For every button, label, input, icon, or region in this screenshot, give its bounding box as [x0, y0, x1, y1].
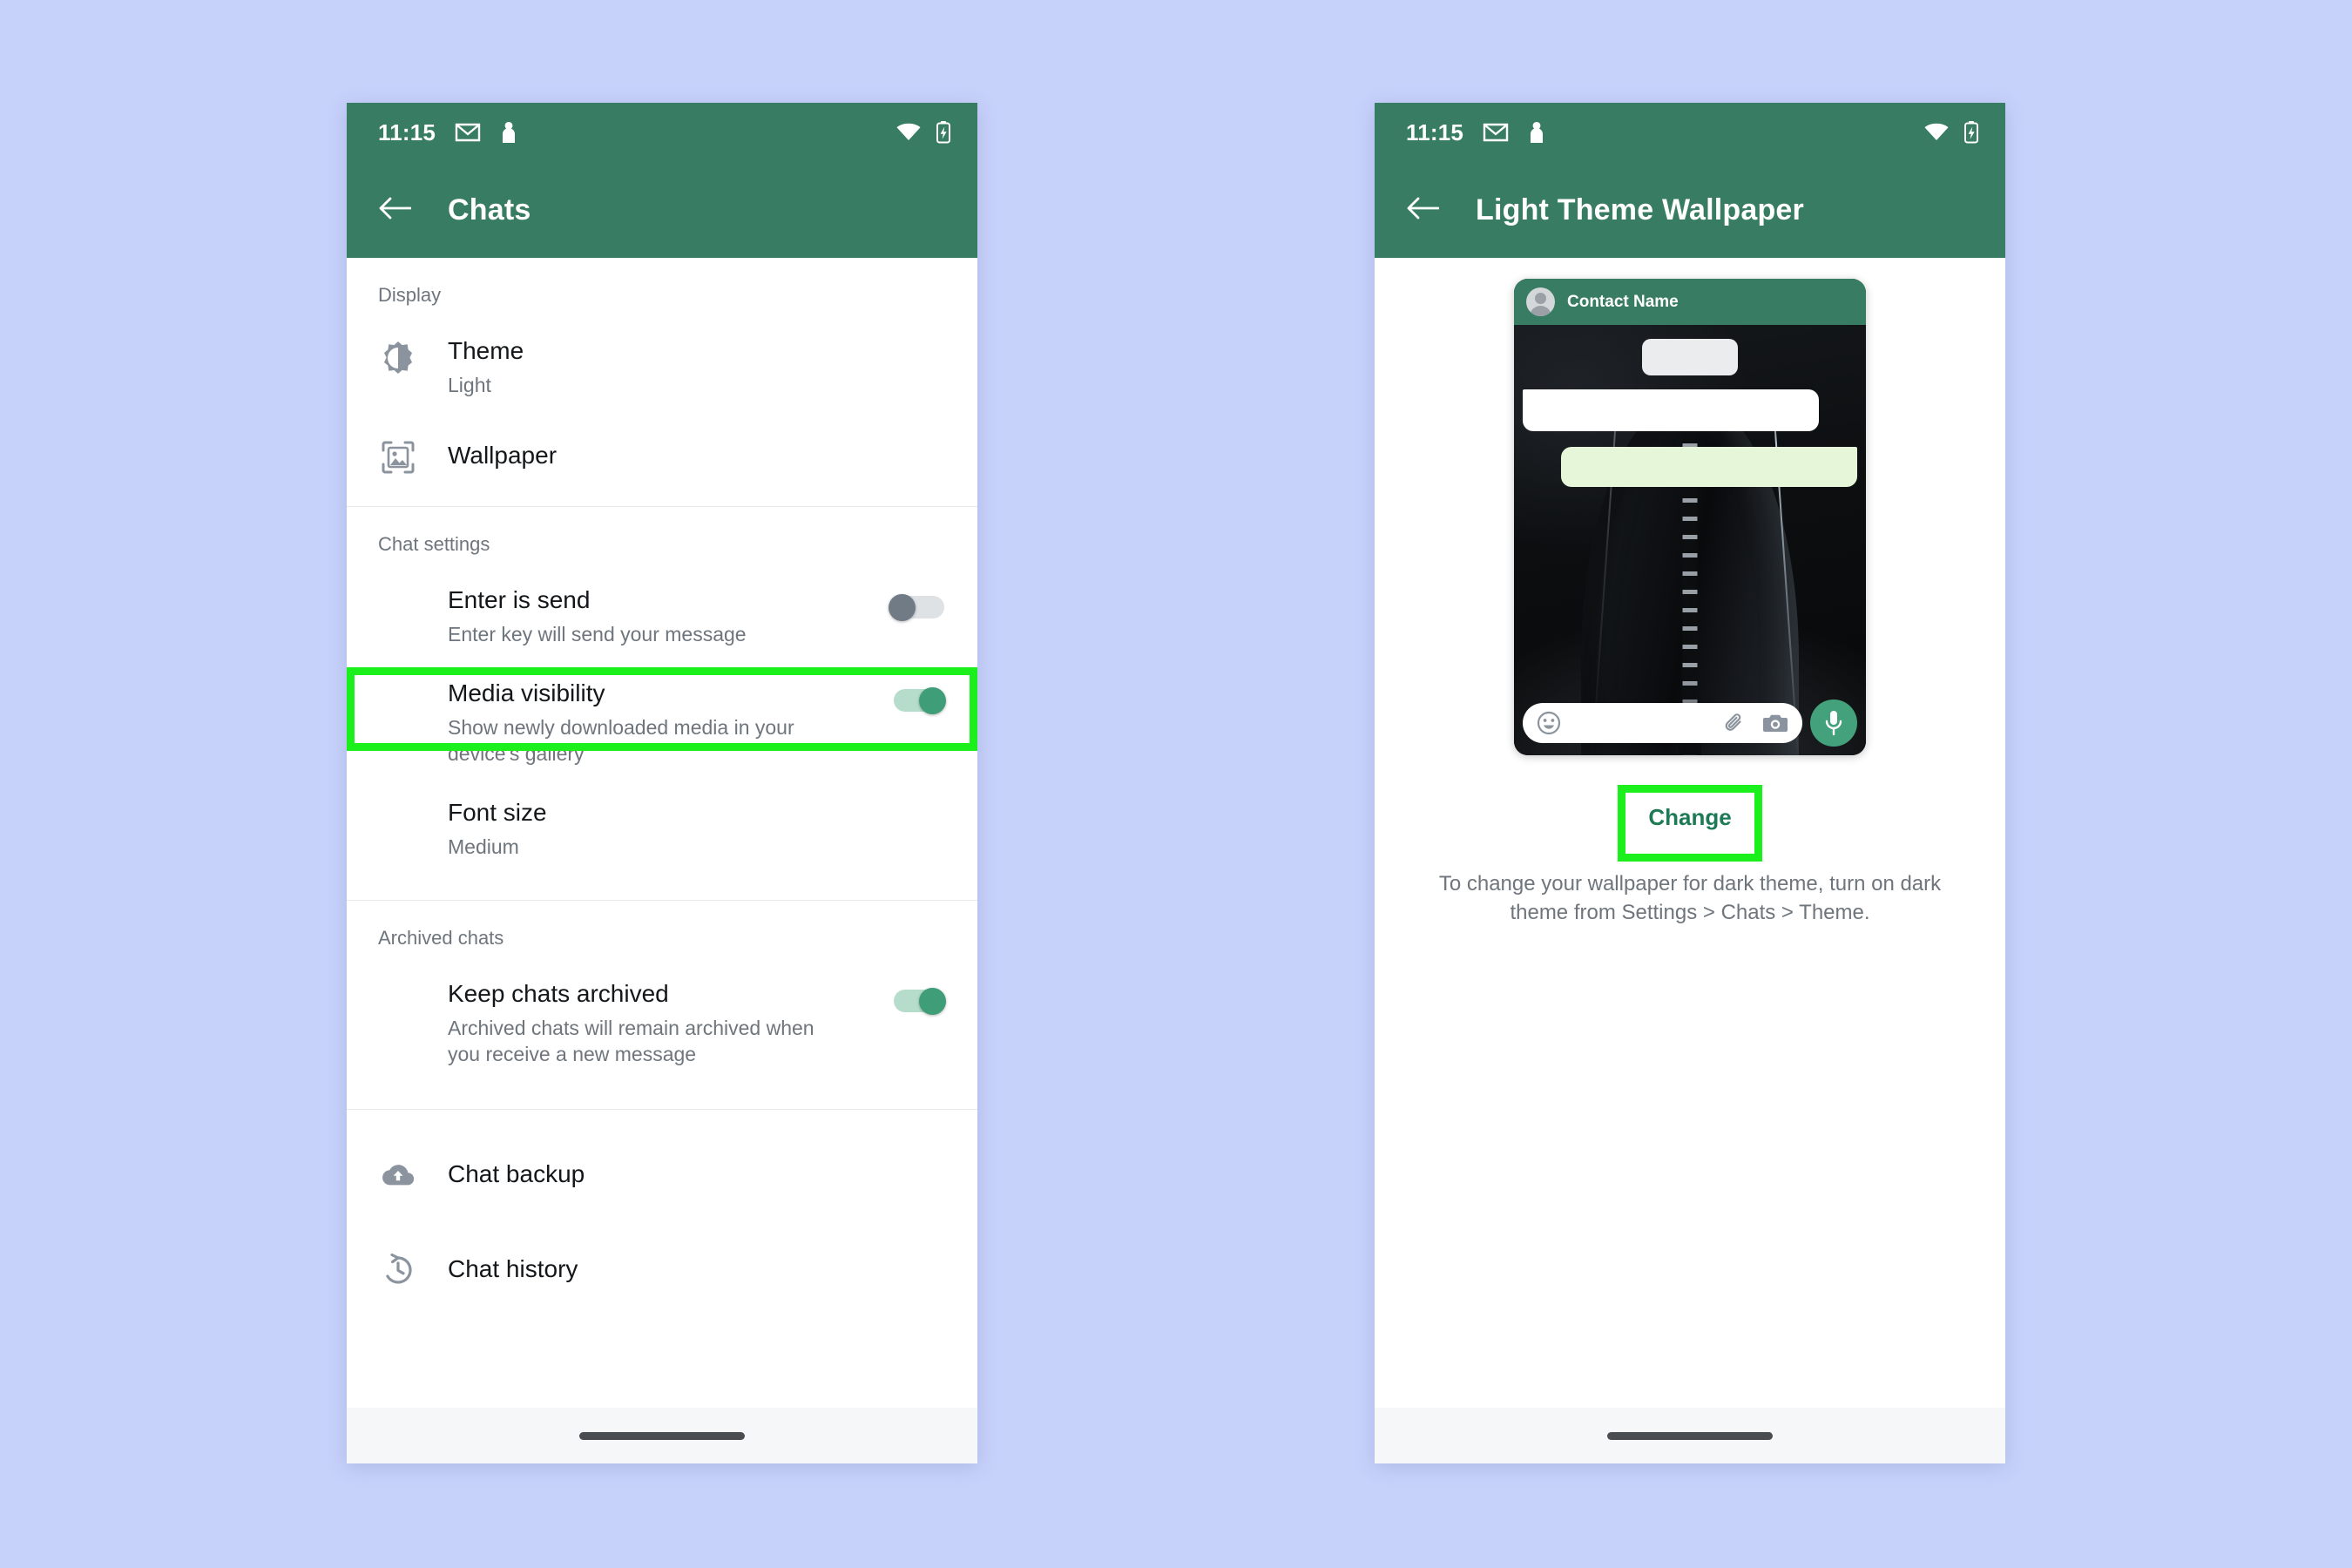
nav-gesture-pill[interactable]	[579, 1431, 745, 1440]
cloud-upload-icon	[378, 1161, 418, 1189]
change-button-container: Change	[1375, 785, 2005, 862]
settings-row-keep-chats-archived-text: Keep chats archived Archived chats will …	[448, 979, 876, 1067]
person-avatar-icon	[1526, 287, 1555, 316]
settings-row-keep-chats-archived-subtitle: Archived chats will remain archived when…	[448, 1016, 814, 1066]
battery-charging-icon	[936, 120, 951, 145]
toggle-thumb	[889, 593, 916, 621]
settings-row-chat-history-text: Chat history	[448, 1254, 946, 1284]
settings-row-theme-text: Theme Light	[448, 336, 946, 398]
settings-row-enter-is-send-text: Enter is send Enter key will send your m…	[448, 585, 876, 647]
section-header-archived-chats: Archived chats	[378, 927, 504, 950]
app-bar: Chats	[347, 162, 977, 258]
settings-row-theme[interactable]: Theme Light	[347, 321, 977, 414]
settings-row-wallpaper-text: Wallpaper	[448, 441, 946, 470]
nav-gesture-pill[interactable]	[1607, 1431, 1773, 1440]
back-arrow-icon[interactable]	[378, 195, 412, 226]
settings-row-font-size-title: Font size	[448, 799, 547, 827]
settings-row-enter-is-send[interactable]: Enter is send Enter key will send your m…	[347, 570, 977, 663]
preview-message-field[interactable]	[1523, 703, 1802, 743]
toggle-enter-is-send[interactable]	[889, 593, 946, 621]
settings-row-chat-backup-title: Chat backup	[448, 1159, 585, 1187]
status-bar-clock: 11:15	[378, 118, 436, 145]
wallpaper-page-body: Contact Name Change To change your wallp…	[1375, 258, 2005, 928]
microphone-icon[interactable]	[1810, 700, 1857, 747]
toggle-thumb	[919, 988, 946, 1016]
settings-row-chat-backup-text: Chat backup	[448, 1159, 946, 1189]
camera-icon[interactable]	[1747, 712, 1788, 734]
toggle-thumb	[919, 686, 946, 714]
battery-charging-icon	[1963, 120, 1979, 145]
settings-row-font-size-text: Font size Medium	[448, 798, 946, 860]
settings-row-chat-history[interactable]: Chat history	[347, 1233, 977, 1303]
page-title: Light Theme Wallpaper	[1476, 193, 1804, 226]
settings-row-theme-title: Theme	[448, 337, 524, 364]
wallpaper-footnote: To change your wallpaper for dark theme,…	[1438, 872, 1942, 925]
preview-contact-name: Contact Name	[1567, 292, 1679, 311]
gmail-icon	[1483, 122, 1509, 143]
settings-row-media-visibility-title: Media visibility	[448, 679, 605, 706]
paperclip-icon[interactable]	[1707, 711, 1747, 735]
wifi-icon	[896, 122, 922, 143]
back-arrow-icon[interactable]	[1406, 195, 1440, 226]
settings-row-enter-is-send-title: Enter is send	[448, 585, 591, 613]
section-header-chat-settings: Chat settings	[378, 532, 490, 555]
page-title: Chats	[448, 193, 531, 226]
person-icon	[1528, 120, 1545, 145]
preview-incoming-bubble	[1523, 389, 1819, 431]
change-wallpaper-button[interactable]: Change	[1608, 785, 1771, 850]
preview-outgoing-bubble	[1561, 447, 1857, 487]
settings-row-chat-history-title: Chat history	[448, 1254, 578, 1282]
emoji-icon[interactable]	[1537, 711, 1561, 735]
person-icon	[500, 120, 517, 145]
settings-list: Display Theme Light Wallpaper Chat setti…	[347, 258, 977, 1304]
status-bar-left: 11:15	[1406, 119, 1923, 146]
settings-row-font-size[interactable]: Font size Medium	[347, 782, 977, 875]
preview-message-bubbles	[1514, 325, 1866, 487]
preview-input-bar	[1523, 700, 1857, 747]
settings-row-theme-value: Light	[448, 373, 491, 396]
settings-row-chat-backup[interactable]: Chat backup	[347, 1141, 977, 1206]
wifi-icon	[1923, 122, 1950, 143]
wallpaper-icon	[378, 440, 418, 475]
status-bar-right	[896, 120, 951, 145]
settings-row-enter-is-send-subtitle: Enter key will send your message	[448, 622, 747, 645]
status-bar-clock: 11:15	[1406, 118, 1464, 145]
status-bar-left: 11:15	[378, 119, 896, 146]
app-bar: Light Theme Wallpaper	[1375, 162, 2005, 258]
toggle-media-visibility[interactable]	[889, 686, 946, 714]
settings-row-wallpaper[interactable]: Wallpaper	[347, 414, 977, 497]
settings-row-media-visibility-subtitle: Show newly downloaded media in your devi…	[448, 715, 794, 765]
history-icon	[378, 1253, 418, 1288]
toggle-keep-chats-archived[interactable]	[889, 988, 946, 1016]
status-bar-right	[1923, 120, 1979, 145]
phone-screenshot-light-theme-wallpaper: 11:15 Light Theme Wallpaper Contact Name…	[1375, 103, 2005, 1463]
status-bar: 11:15	[347, 103, 977, 162]
section-header-display: Display	[378, 284, 442, 306]
settings-row-font-size-value: Medium	[448, 835, 519, 858]
settings-row-keep-chats-archived[interactable]: Keep chats archived Archived chats will …	[347, 963, 977, 1083]
settings-row-wallpaper-title: Wallpaper	[448, 442, 558, 470]
android-nav-bar	[1375, 1408, 2005, 1463]
brightness-icon	[378, 340, 418, 376]
status-bar: 11:15	[1375, 103, 2005, 162]
preview-chat-header: Contact Name	[1514, 279, 1866, 325]
preview-date-chip	[1642, 339, 1738, 375]
phone-screenshot-chats-settings: 11:15 Chats Display Theme Light Wallpape…	[347, 103, 977, 1463]
settings-row-keep-chats-archived-title: Keep chats archived	[448, 980, 669, 1008]
settings-row-media-visibility-text: Media visibility Show newly downloaded m…	[448, 679, 876, 767]
android-nav-bar	[347, 1408, 977, 1463]
section-divider	[347, 1109, 977, 1111]
gmail-icon	[455, 122, 481, 143]
wallpaper-preview: Contact Name	[1514, 279, 1866, 755]
settings-row-media-visibility[interactable]: Media visibility Show newly downloaded m…	[347, 663, 977, 782]
